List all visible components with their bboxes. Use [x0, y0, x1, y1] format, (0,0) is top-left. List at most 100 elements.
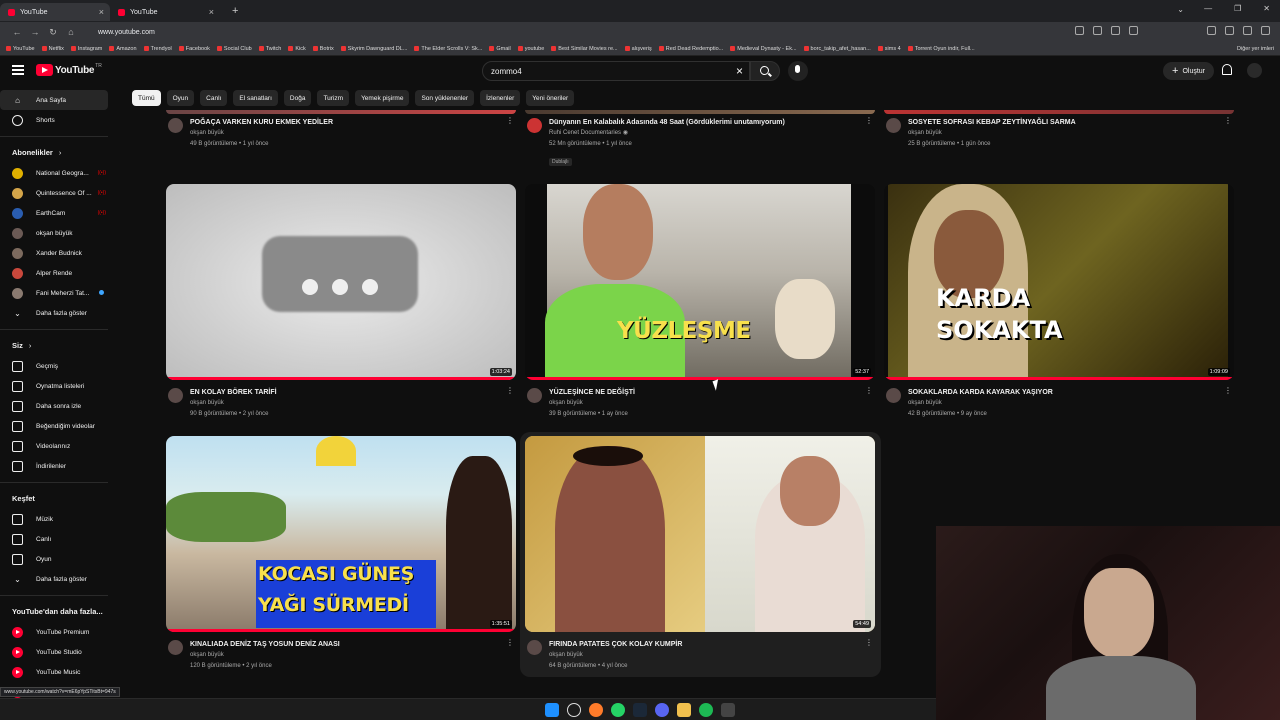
channel-name[interactable]: okşan büyük	[190, 650, 516, 661]
forward-icon[interactable]: →	[26, 27, 44, 37]
sidebar-subscription[interactable]: Alper Rende	[0, 263, 108, 283]
video-card[interactable]: POĞAÇA VARKEN KURU EKMEK YEDİLER okşan b…	[166, 110, 516, 150]
camera-icon[interactable]	[1129, 26, 1138, 35]
bookmark-item[interactable]: Amazon	[109, 46, 137, 52]
sidebar-item-shorts[interactable]: Shorts	[0, 110, 108, 130]
close-tab-icon[interactable]: ×	[209, 7, 214, 17]
file-explorer-icon[interactable]	[677, 703, 691, 717]
video-card[interactable]: Dünyanın En Kalabalık Adasında 48 Saat (…	[525, 110, 875, 168]
bookmark-item[interactable]: Botrix	[312, 46, 334, 52]
close-window-icon[interactable]: ✕	[1263, 4, 1270, 13]
search-button[interactable]	[750, 61, 780, 81]
video-title[interactable]: SOKAKLARDA KARDA KAYARAK YAŞIYOR	[908, 388, 1234, 398]
other-bookmarks[interactable]: Diğer yer imleri	[1237, 46, 1274, 52]
filter-chip[interactable]: Yemek pişirme	[355, 90, 410, 106]
filter-chip[interactable]: Oyun	[166, 90, 195, 106]
new-tab-icon[interactable]: +	[232, 5, 238, 17]
sidebar-item[interactable]: Daha sonra izle	[0, 396, 108, 416]
discord-icon[interactable]	[655, 703, 669, 717]
extensions-puzzle-icon[interactable]	[1225, 26, 1234, 35]
you-heading[interactable]: Siz ›	[0, 334, 122, 356]
show-more-subscriptions[interactable]: ⌄ Daha fazla göster	[0, 303, 108, 323]
channel-avatar[interactable]	[168, 388, 183, 403]
filter-chip[interactable]: El sanatları	[233, 90, 278, 106]
more-options-icon[interactable]: ⋮	[1224, 387, 1232, 395]
bookmark-item[interactable]: Gmail	[489, 46, 511, 52]
bookmark-item[interactable]: Skyrim Dawnguard DL...	[340, 46, 407, 52]
tab-list-chevron-icon[interactable]: ⌄	[1177, 5, 1184, 14]
windows-start-icon[interactable]	[545, 703, 559, 717]
video-thumbnail[interactable]: 1:03:24	[166, 184, 516, 380]
sidebar-item-home[interactable]: ⌂ Ana Sayfa	[0, 90, 108, 110]
bookmark-item[interactable]: alışveriş	[624, 46, 652, 52]
bookmark-item[interactable]: Medieval Dynasty - Ek...	[730, 46, 797, 52]
screenshot-icon[interactable]	[1093, 26, 1102, 35]
url-field[interactable]: www.youtube.com	[98, 29, 155, 36]
sidebar-youtube-product[interactable]: YouTube Music	[0, 662, 108, 682]
menu-icon[interactable]	[1261, 26, 1270, 35]
more-options-icon[interactable]: ⋮	[1224, 117, 1232, 125]
bookmark-item[interactable]: Best Similar Movies re...	[551, 46, 618, 52]
hamburger-menu-icon[interactable]	[12, 65, 24, 75]
sidebar-item[interactable]: Videolarınız	[0, 436, 108, 456]
sidebar-subscription[interactable]: Quintessence Of ... ((•))	[0, 183, 108, 203]
sidebar-item[interactable]: Oyun	[0, 549, 108, 569]
channel-name[interactable]: okşan büyük	[908, 128, 1234, 139]
video-title[interactable]: KINALIADA DENİZ TAŞ YOSUN DENİZ ANASI	[190, 640, 516, 650]
bookmark-star-icon[interactable]	[1111, 26, 1120, 35]
sidebar-item[interactable]: Geçmiş	[0, 356, 108, 376]
video-thumbnail[interactable]: KOCASI GÜNEŞ YAĞI SÜRMEDİ 1:35:51	[166, 436, 516, 632]
sidebar-item[interactable]: Canlı	[0, 529, 108, 549]
bookmark-item[interactable]: Torrent Oyun indir, Full...	[907, 46, 975, 52]
video-title[interactable]: SOSYETE SOFRASI KEBAP ZEYTİNYAĞLI SARMA	[908, 118, 1234, 128]
flag-icon[interactable]	[1243, 26, 1252, 35]
channel-avatar[interactable]	[886, 388, 901, 403]
channel-name[interactable]: okşan büyük	[190, 398, 516, 409]
minimize-icon[interactable]: —	[1204, 4, 1212, 13]
browser-tab[interactable]: YouTube ×	[110, 3, 220, 21]
clear-search-icon[interactable]: ×	[736, 64, 743, 78]
sidebar-subscription[interactable]: National Geogra... ((•))	[0, 163, 108, 183]
more-options-icon[interactable]: ⋮	[506, 117, 514, 125]
bookmark-item[interactable]: borc_takip_afet_hasan...	[803, 46, 871, 52]
more-options-icon[interactable]: ⋮	[865, 639, 873, 647]
back-icon[interactable]: ←	[8, 27, 26, 37]
reload-icon[interactable]: ↻	[44, 27, 62, 38]
more-options-icon[interactable]: ⋮	[506, 639, 514, 647]
close-tab-icon[interactable]: ×	[99, 7, 104, 17]
channel-avatar[interactable]	[527, 118, 542, 133]
video-card[interactable]: 1:03:24 EN KOLAY BÖREK TARİFİ okşan büyü…	[166, 184, 516, 420]
show-more-explore[interactable]: ⌄ Daha fazla göster	[0, 569, 108, 589]
filter-chip[interactable]: Son yüklenenler	[415, 90, 475, 106]
sidebar-youtube-product[interactable]: YouTube Premium	[0, 622, 108, 642]
bookmark-item[interactable]: Instagram	[70, 46, 102, 52]
sidebar-item[interactable]: Müzik	[0, 509, 108, 529]
bookmark-item[interactable]: Netflix	[41, 46, 64, 52]
channel-avatar[interactable]	[527, 640, 542, 655]
sidebar-item[interactable]: Oynatma listeleri	[0, 376, 108, 396]
filter-chip[interactable]: Yeni öneriler	[526, 90, 575, 106]
bookmark-item[interactable]: Facebook	[178, 46, 210, 52]
sidebar-subscription[interactable]: Xander Budnick	[0, 243, 108, 263]
filter-chip[interactable]: Canlı	[200, 90, 228, 106]
more-options-icon[interactable]: ⋮	[506, 387, 514, 395]
channel-avatar[interactable]	[168, 640, 183, 655]
video-thumbnail[interactable]: KARDA SOKAKTA 1:09:09	[884, 184, 1234, 380]
video-thumbnail[interactable]: 54:49	[525, 436, 875, 632]
filter-chip[interactable]: Tümü	[132, 90, 161, 106]
more-options-icon[interactable]: ⋮	[865, 387, 873, 395]
video-card[interactable]: YÜZLEŞME 52:37 YÜZLEŞİNCE NE DEĞİŞTİ okş…	[525, 184, 875, 420]
browser-tab[interactable]: YouTube ×	[0, 3, 110, 21]
bookmark-item[interactable]: Kick	[288, 46, 306, 52]
bookmark-item[interactable]: Twitch	[258, 46, 281, 52]
video-title[interactable]: POĞAÇA VARKEN KURU EKMEK YEDİLER	[190, 118, 516, 128]
search-icon[interactable]	[567, 703, 581, 717]
voice-search-icon[interactable]	[788, 61, 808, 81]
bookmark-item[interactable]: Social Club	[216, 46, 252, 52]
sidebar-subscription[interactable]: okşan büyük	[0, 223, 108, 243]
channel-avatar[interactable]	[168, 118, 183, 133]
account-avatar[interactable]	[1247, 63, 1262, 78]
home-browser-icon[interactable]: ⌂	[62, 27, 80, 37]
video-card[interactable]: SOSYETE SOFRASI KEBAP ZEYTİNYAĞLI SARMA …	[884, 110, 1234, 150]
channel-name[interactable]: Ruhi Cenet Documentaries ◉	[549, 128, 875, 139]
